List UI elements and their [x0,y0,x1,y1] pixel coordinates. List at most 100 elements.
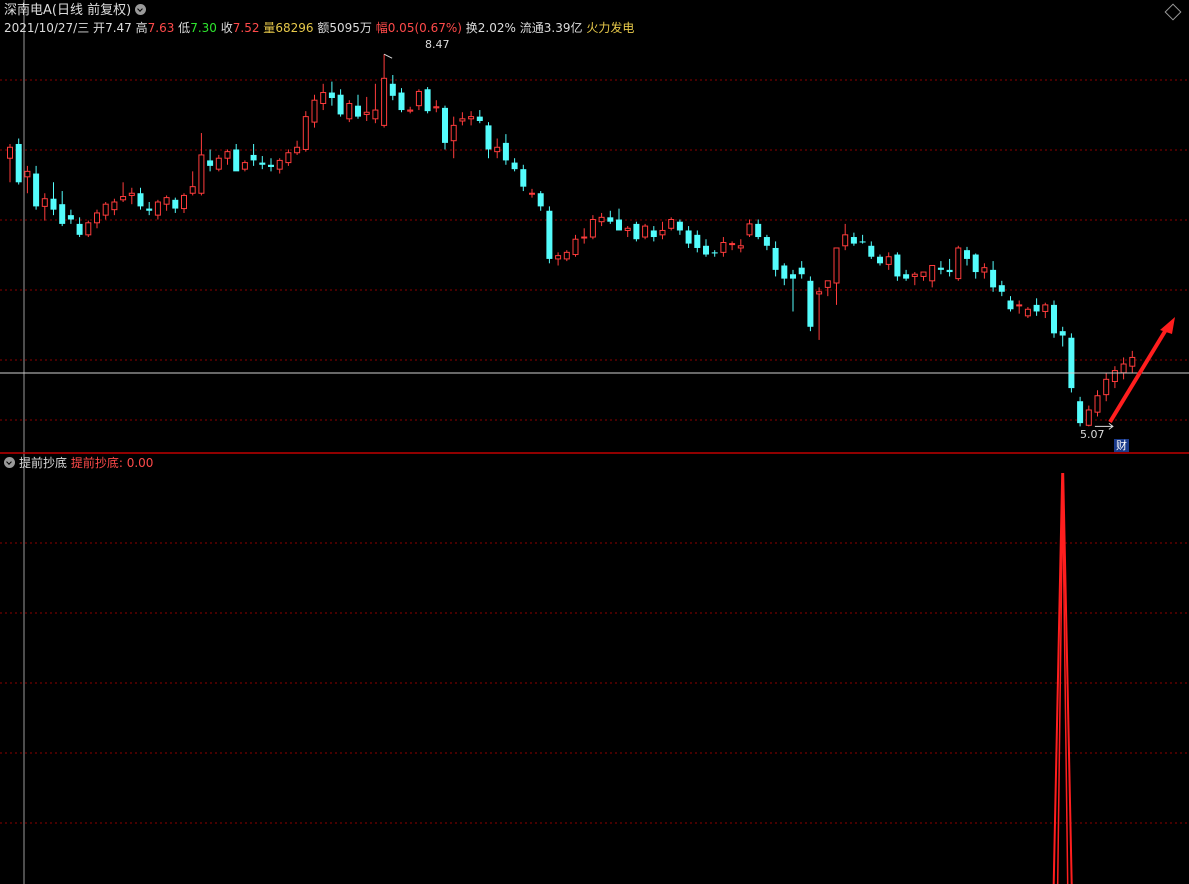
candle [894,252,901,281]
candle [172,197,179,213]
candle [59,191,66,227]
candle [946,258,953,277]
indicator-series-label: 提前抄底: [70,456,123,470]
candle-body-down [1033,304,1040,312]
candle-body-down [146,208,153,211]
low-label: 低 [178,21,191,35]
open-value: 7.47 [105,21,132,35]
candle [163,195,170,211]
candle-body-up [24,170,31,178]
candle-body-up [163,197,170,205]
chart-canvas [0,0,1189,884]
candle-body-up [981,267,988,273]
candle-body-down [694,234,701,248]
candle [659,221,666,240]
candle [1111,366,1118,389]
candle-body-up [302,116,309,150]
candle [146,202,153,216]
candle [268,158,274,172]
candle [633,221,640,242]
candle [128,187,135,205]
candle-body-up [1016,304,1023,307]
candle-body-down [772,247,779,270]
candle-body-up [407,109,414,112]
candle [859,234,866,244]
candle [998,280,1005,297]
candle-body-down [33,173,40,207]
high-marker-arrow [383,53,393,59]
candle [790,269,796,312]
amount-value: 5095万 [329,21,372,35]
turnover-value: 2.02% [477,21,516,35]
candle-body-up [189,186,196,194]
candle [67,209,74,224]
candle-body-down [76,223,83,235]
candle-body-down [137,193,144,207]
candle [311,94,318,128]
candle [555,252,562,266]
candle [450,116,457,159]
candle-body-down [1059,331,1066,336]
candle [415,89,422,111]
candle [328,81,335,106]
candle [389,75,396,101]
candle [842,223,849,251]
high-value: 7.63 [147,21,175,35]
candle [676,219,683,235]
candle [824,280,831,297]
candle-body-down [894,254,901,277]
candle-body-down [1068,337,1075,389]
financial-event-badge[interactable]: 财 [1114,439,1129,452]
candle-body-down [546,210,553,259]
amount-label: 额 [317,21,330,35]
candle [572,234,579,257]
candle-body-down [520,169,527,187]
candle-body-up [911,273,918,277]
candle [685,226,692,248]
candle-body-up [154,201,161,216]
candle-body-down [937,267,944,270]
candle-body-up [198,154,205,194]
candle-body-up [720,242,727,253]
float-label: 流通 [519,21,544,35]
candle [424,87,431,114]
candle [250,143,257,166]
candle [850,232,857,246]
candle-body-up [668,219,675,229]
candle [337,89,344,117]
candle-body-down [877,256,883,264]
candle [563,250,570,262]
candle [224,149,231,165]
candle [929,264,936,288]
candle [459,112,466,126]
candle-body-down [998,285,1005,292]
candle [1120,357,1127,380]
candle-body-down [50,198,57,210]
candle [729,241,736,251]
candle-body-up [563,251,570,260]
candle-body-up [1103,378,1110,396]
candle-body-down [798,267,805,275]
candle-body-down [355,105,361,117]
candle-body-up [224,151,231,159]
chart-title-bar: 深南电A(日线 前复权) [4,3,147,19]
candle [964,246,970,266]
candle-body-down [15,143,22,183]
candle-body-down [233,149,240,172]
concept-tag[interactable]: 火力发电 [586,21,634,35]
candle [215,154,222,172]
candle [85,220,92,238]
candle [694,230,701,253]
candle-body-down [59,204,66,224]
chevron-down-icon[interactable] [4,457,15,468]
candle [642,223,649,240]
candle-body-up [746,223,753,236]
candle-body-up [363,111,370,115]
candle [668,217,675,231]
candle [937,261,944,275]
candle-body-down [1007,300,1014,310]
candle [276,158,283,174]
chevron-down-icon[interactable] [135,4,147,15]
candle [502,134,509,165]
volume-value: 68296 [275,21,314,35]
